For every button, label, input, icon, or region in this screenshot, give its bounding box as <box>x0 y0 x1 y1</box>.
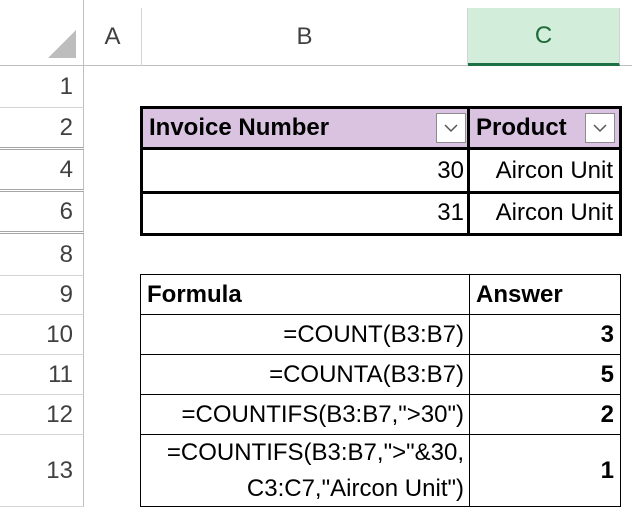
formula-line-2: C3:C7,"Aircon Unit") <box>246 474 464 502</box>
row-header-1[interactable]: 1 <box>0 66 84 108</box>
formula-header[interactable]: Formula <box>140 274 470 315</box>
table-header-invoice-number: Invoice Number <box>140 106 470 150</box>
row-header-13[interactable]: 13 <box>0 435 84 507</box>
answer-cell[interactable]: 5 <box>469 355 621 395</box>
row-header-10[interactable]: 10 <box>0 315 84 355</box>
table-header-product-label: Product <box>476 114 567 141</box>
row-header-2[interactable]: 2 <box>0 108 84 150</box>
formula-cell[interactable]: =COUNTA(B3:B7) <box>140 355 470 395</box>
row-header-11[interactable]: 11 <box>0 355 84 395</box>
table-cell-product[interactable]: Aircon Unit <box>467 150 622 194</box>
row-header-4[interactable]: 4 <box>0 150 84 192</box>
formula-cell[interactable]: =COUNT(B3:B7) <box>140 315 470 355</box>
column-header-b[interactable]: B <box>142 8 468 66</box>
row-header-6[interactable]: 6 <box>0 192 84 234</box>
formula-cell[interactable]: =COUNTIFS(B3:B7,">30") <box>140 395 470 435</box>
formula-cell-wrapped[interactable]: =COUNTIFS(B3:B7,">"&30, C3:C7,"Aircon Un… <box>140 435 470 507</box>
answer-header[interactable]: Answer <box>469 274 621 315</box>
answer-cell[interactable]: 2 <box>469 395 621 435</box>
table-cell-invoice[interactable]: 31 <box>140 192 470 236</box>
table-header-invoice-label: Invoice Number <box>149 114 330 141</box>
answer-cell[interactable]: 1 <box>469 435 621 507</box>
select-all-triangle-icon[interactable] <box>48 30 76 58</box>
row-header-12[interactable]: 12 <box>0 395 84 435</box>
formula-line-1: =COUNTIFS(B3:B7,">"&30, <box>166 438 464 466</box>
filter-dropdown-icon[interactable] <box>436 113 466 143</box>
column-header-c[interactable]: C <box>468 8 620 66</box>
table-cell-invoice[interactable]: 30 <box>140 150 470 194</box>
answer-cell[interactable]: 3 <box>469 315 621 355</box>
row-header-9[interactable]: 9 <box>0 276 84 315</box>
row-header-8[interactable]: 8 <box>0 234 84 276</box>
column-header-a[interactable]: A <box>84 8 142 66</box>
table-cell-product[interactable]: Aircon Unit <box>467 192 622 236</box>
table-header-product: Product <box>467 106 622 150</box>
filter-dropdown-icon[interactable] <box>585 113 615 143</box>
